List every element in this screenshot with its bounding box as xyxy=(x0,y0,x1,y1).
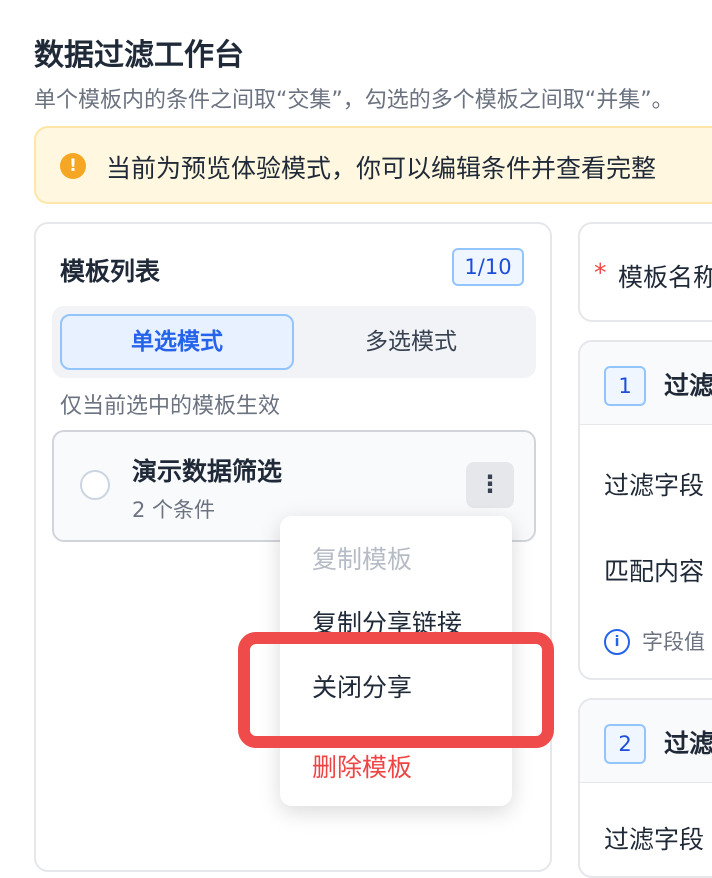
filter-title: 过滤 xyxy=(664,729,712,758)
alert-text: 当前为预览体验模式，你可以编辑条件并查看完整 xyxy=(106,154,657,183)
template-name-label: 模板名称 xyxy=(618,263,712,292)
template-count-badge: 1/10 xyxy=(452,248,524,286)
preview-alert: ! 当前为预览体验模式，你可以编辑条件并查看完整 xyxy=(34,126,712,204)
menu-item-delete-template[interactable]: 删除模板 xyxy=(312,748,412,784)
field-value-hint: 字段值 xyxy=(642,630,705,654)
page-subtitle: 单个模板内的条件之间取“交集”，勾选的多个模板之间取“并集”。 xyxy=(34,88,674,113)
single-mode-button[interactable]: 单选模式 xyxy=(60,314,294,370)
info-icon: i xyxy=(604,629,630,655)
template-name: 演示数据筛选 xyxy=(132,457,283,486)
panel-title: 模板列表 xyxy=(60,257,161,286)
filter-field-label: 过滤字段 xyxy=(604,471,705,500)
template-name-card: * 模板名称 xyxy=(578,222,712,322)
filter-title: 过滤 xyxy=(664,371,712,400)
filter-card-2: 2 过滤 过滤字段 xyxy=(578,698,712,878)
filter-card-1: 1 过滤 过滤字段 匹配内容 i 字段值 xyxy=(578,340,712,680)
mode-toggle: 单选模式 多选模式 xyxy=(52,306,536,378)
mode-hint: 仅当前选中的模板生效 xyxy=(60,394,281,419)
multi-mode-button[interactable]: 多选模式 xyxy=(294,314,528,370)
more-options-icon[interactable]: ⋮ xyxy=(466,462,514,508)
filter-field-label: 过滤字段 xyxy=(604,825,705,854)
menu-item-copy-template: 复制模板 xyxy=(312,545,413,574)
match-content-label: 匹配内容 xyxy=(604,557,705,586)
filter-index-badge: 1 xyxy=(604,366,646,406)
page-title: 数据过滤工作台 xyxy=(34,38,244,73)
warning-icon: ! xyxy=(60,153,86,179)
template-radio[interactable] xyxy=(80,470,110,500)
required-marker: * xyxy=(594,258,607,287)
filter-index-badge: 2 xyxy=(604,724,646,764)
template-condition-count: 2 个条件 xyxy=(132,498,216,522)
highlight-box xyxy=(238,632,554,748)
